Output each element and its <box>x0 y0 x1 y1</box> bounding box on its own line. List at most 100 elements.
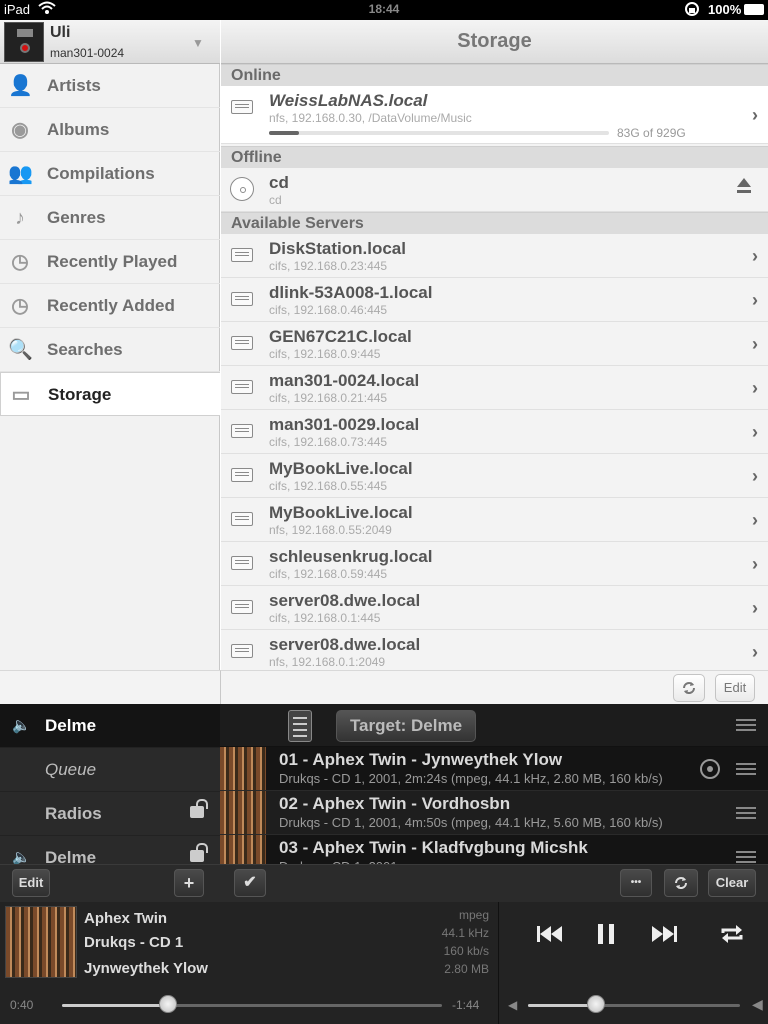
next-track-button[interactable] <box>650 922 678 953</box>
chevron-right-icon[interactable]: › <box>752 246 758 267</box>
volume-slider[interactable] <box>528 1004 740 1007</box>
queue-refresh-button[interactable] <box>664 869 698 897</box>
menu-icon[interactable] <box>736 719 756 733</box>
elapsed-time: 0:40 <box>10 998 34 1012</box>
zone-item[interactable]: Queue <box>0 748 220 792</box>
chevron-right-icon[interactable]: › <box>752 510 758 531</box>
chevron-right-icon[interactable]: › <box>752 642 758 663</box>
sidebar-item-storage[interactable]: ▭ Storage <box>0 372 220 416</box>
server-details: cifs, 192.168.0.9:445 <box>269 347 381 361</box>
now-track: Jynweythek Ylow <box>84 960 208 977</box>
people-icon: 👥 <box>8 163 33 185</box>
zone-label: Delme <box>45 716 97 735</box>
search-icon: 🔍 <box>8 339 33 361</box>
storage-name: WeissLabNAS.local <box>269 91 428 110</box>
repeat-button[interactable] <box>720 922 744 953</box>
server-row[interactable]: man301-0029.local cifs, 192.168.0.73:445 › <box>221 410 768 454</box>
server-row[interactable]: server08.dwe.local nfs, 192.168.0.1:2049 › <box>221 630 768 670</box>
server-details: cifs, 192.168.0.73:445 <box>269 435 388 449</box>
server-row[interactable]: MyBookLive.local nfs, 192.168.0.55:2049 › <box>221 498 768 542</box>
eject-icon[interactable] <box>736 178 752 196</box>
server-row[interactable]: server08.dwe.local cifs, 192.168.0.1:445 › <box>221 586 768 630</box>
sidebar-item-compilations[interactable]: 👥 Compilations <box>0 152 220 196</box>
chevron-right-icon[interactable]: › <box>752 290 758 311</box>
zone-item[interactable]: 🔈 Delme <box>0 704 220 748</box>
queue-track-row[interactable]: 02 - Aphex Twin - Vordhosbn Drukqs - CD 1… <box>220 791 768 835</box>
sidebar-item-label: Searches <box>47 340 123 359</box>
storage-usage-text: 83G of 929G <box>617 126 686 140</box>
queue-track-row[interactable]: 01 - Aphex Twin - Jynweythek Ylow Drukqs … <box>220 747 768 791</box>
more-button[interactable]: ••• <box>620 869 652 897</box>
refresh-icon <box>675 877 687 889</box>
server-icon <box>231 556 253 570</box>
zone-label: Queue <box>45 760 97 779</box>
track-details: Drukqs - CD 1, 2001, 2m:24s (mpeg, 44.1 … <box>279 771 663 786</box>
edit-button[interactable]: Edit <box>715 674 755 702</box>
chevron-right-icon[interactable]: › <box>752 554 758 575</box>
storage-row-offline[interactable]: cd cd <box>221 168 768 212</box>
refresh-button[interactable] <box>673 674 705 702</box>
track-art <box>220 747 266 790</box>
volume-knob[interactable] <box>586 995 605 1013</box>
sidebar-item-label: Recently Added <box>47 296 175 315</box>
sidebar-item-albums[interactable]: ◉ Albums <box>0 108 220 152</box>
drag-handle-icon[interactable] <box>736 807 756 821</box>
server-details: cifs, 192.168.0.55:445 <box>269 479 388 493</box>
queue-track-row[interactable]: 03 - Aphex Twin - Kladfvgbung MicshkDruk… <box>220 835 768 865</box>
zone-edit-button[interactable]: Edit <box>12 869 50 897</box>
target-button[interactable]: Target: Delme <box>336 710 476 742</box>
chevron-right-icon[interactable]: › <box>752 598 758 619</box>
sidebar-item-searches[interactable]: 🔍 Searches <box>0 328 220 372</box>
server-row[interactable]: schleusenkrug.local cifs, 192.168.0.59:44… <box>221 542 768 586</box>
chevron-right-icon[interactable]: › <box>752 422 758 443</box>
album-art <box>5 906 77 978</box>
previous-track-button[interactable] <box>536 922 564 953</box>
playlist-icon[interactable] <box>288 710 312 742</box>
chevron-right-icon[interactable]: › <box>752 466 758 487</box>
add-zone-button[interactable]: + <box>174 869 204 897</box>
user-selector[interactable]: Uli man301-0024 ▼ <box>0 20 220 64</box>
sidebar-item-artists[interactable]: 👤 Artists <box>0 64 220 108</box>
now-samplerate: 44.1 kHz <box>441 926 489 940</box>
drag-handle-icon[interactable] <box>736 851 756 864</box>
sidebar-item-label: Compilations <box>47 164 155 183</box>
seek-knob[interactable] <box>159 995 178 1013</box>
unlock-icon[interactable] <box>190 843 208 862</box>
server-row[interactable]: MyBookLive.local cifs, 192.168.0.55:445 › <box>221 454 768 498</box>
divider <box>498 902 499 1024</box>
storage-row-online[interactable]: WeissLabNAS.local nfs, 192.168.0.30, /Da… <box>221 86 768 144</box>
zone-label: Radios <box>45 804 102 823</box>
unlock-icon[interactable] <box>190 799 208 818</box>
server-icon <box>231 468 253 482</box>
zone-item[interactable]: 🔈 Delme <box>0 836 220 864</box>
pause-button[interactable] <box>596 922 616 953</box>
server-icon <box>231 380 253 394</box>
sidebar-item-recently-played[interactable]: ◷ Recently Played <box>0 240 220 284</box>
clear-button[interactable]: Clear <box>708 869 756 897</box>
server-row[interactable]: dlink-53A008-1.local cifs, 192.168.0.46:4… <box>221 278 768 322</box>
seek-slider[interactable] <box>62 1004 442 1007</box>
server-row[interactable]: man301-0024.local cifs, 192.168.0.21:445 › <box>221 366 768 410</box>
sidebar-item-genres[interactable]: ♪ Genres <box>0 196 220 240</box>
album-icon: ◉ <box>11 119 29 141</box>
battery-icon <box>744 4 764 15</box>
drag-handle-icon[interactable] <box>736 763 756 777</box>
avatar <box>4 22 44 62</box>
remaining-time: -1:44 <box>452 998 480 1012</box>
chevron-right-icon[interactable]: › <box>752 334 758 355</box>
clock-icon: ◷ <box>11 295 29 317</box>
server-details: cifs, 192.168.0.46:445 <box>269 303 388 317</box>
chevron-right-icon[interactable]: › <box>752 105 758 126</box>
server-icon <box>231 292 253 306</box>
select-button[interactable]: ✔ <box>234 869 266 897</box>
person-icon: 👤 <box>8 75 33 97</box>
chevron-right-icon[interactable]: › <box>752 378 758 399</box>
queue-header: Target: Delme <box>220 704 768 747</box>
server-row[interactable]: GEN67C21C.local cifs, 192.168.0.9:445 › <box>221 322 768 366</box>
zone-item[interactable]: Radios <box>0 792 220 836</box>
server-name: MyBookLive.local <box>269 459 413 478</box>
queue-footer: Edit + ✔ ••• Clear <box>0 864 768 902</box>
chevron-down-icon[interactable]: ▼ <box>192 36 204 50</box>
sidebar-item-recently-added[interactable]: ◷ Recently Added <box>0 284 220 328</box>
server-row[interactable]: DiskStation.local cifs, 192.168.0.23:445 › <box>221 234 768 278</box>
